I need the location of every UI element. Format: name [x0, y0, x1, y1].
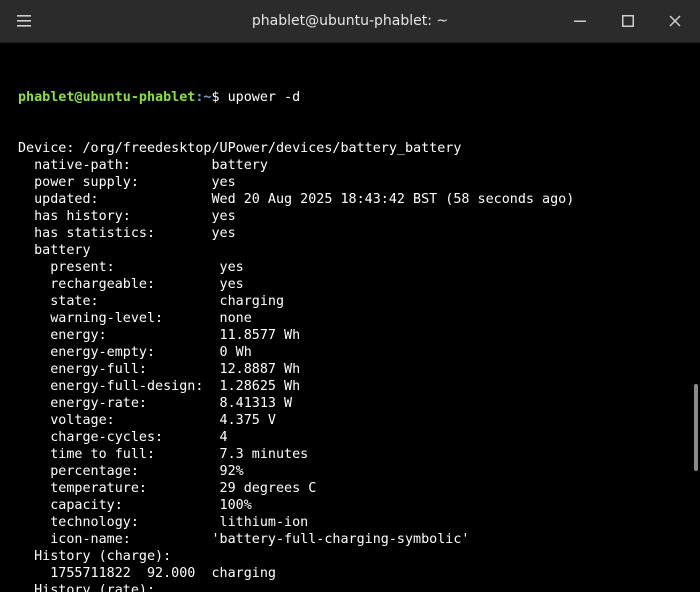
prompt-path: :~	[195, 90, 212, 105]
terminal-window: phablet@ubuntu-phablet: ~ phablet@ubuntu…	[0, 0, 700, 592]
output-line: charge-cycles: 4	[18, 430, 228, 445]
output-line: capacity: 100%	[18, 498, 252, 513]
output-line: energy-rate: 8.41313 W	[18, 396, 293, 411]
output-line: History (rate):	[18, 583, 156, 592]
minimize-icon[interactable]	[568, 9, 592, 33]
output-line: technology: lithium-ion	[18, 515, 309, 530]
output-line: power supply: yes	[18, 175, 236, 190]
output-line: energy-full: 12.8887 Wh	[18, 362, 301, 377]
prompt-user-host: phablet@ubuntu-phablet	[18, 90, 196, 105]
output-line: native-path: battery	[18, 158, 268, 173]
output-line: icon-name: 'battery-full-charging-symbol…	[18, 532, 470, 547]
output-line: has history: yes	[18, 209, 236, 224]
close-icon[interactable]	[663, 9, 687, 33]
output-line: voltage: 4.375 V	[18, 413, 276, 428]
output-line: energy: 11.8577 Wh	[18, 328, 301, 343]
terminal-output[interactable]: phablet@ubuntu-phablet:~$ upower -d Devi…	[18, 55, 686, 592]
output-line: Device: /org/freedesktop/UPower/devices/…	[18, 141, 462, 156]
maximize-icon[interactable]	[616, 9, 640, 33]
output-line: state: charging	[18, 294, 285, 309]
title-bar: phablet@ubuntu-phablet: ~	[0, 0, 700, 43]
scrollbar[interactable]	[693, 43, 700, 592]
output-line: temperature: 29 degrees C	[18, 481, 317, 496]
scrollbar-thumb[interactable]	[694, 384, 698, 471]
output-line: energy-empty: 0 Wh	[18, 345, 252, 360]
output-line: updated: Wed 20 Aug 2025 18:43:42 BST (5…	[18, 192, 575, 207]
output-line: warning-level: none	[18, 311, 252, 326]
output-line: present: yes	[18, 260, 244, 275]
window-title: phablet@ubuntu-phablet: ~	[251, 13, 449, 29]
output-line: battery	[18, 243, 91, 258]
prompt-symbol: $	[211, 90, 220, 105]
output-line: percentage: 92%	[18, 464, 244, 479]
output-line: 1755711822 92.000 charging	[18, 566, 276, 581]
output-line: History (charge):	[18, 549, 172, 564]
output-line: has statistics: yes	[18, 226, 236, 241]
output-line: time to full: 7.3 minutes	[18, 447, 309, 462]
prompt-line: phablet@ubuntu-phablet:~$ upower -d	[18, 89, 686, 106]
output-block: Device: /org/freedesktop/UPower/devices/…	[18, 140, 686, 592]
output-line: rechargeable: yes	[18, 277, 244, 292]
command-text: upower -d	[219, 90, 301, 105]
output-line: energy-full-design: 1.28625 Wh	[18, 379, 301, 394]
